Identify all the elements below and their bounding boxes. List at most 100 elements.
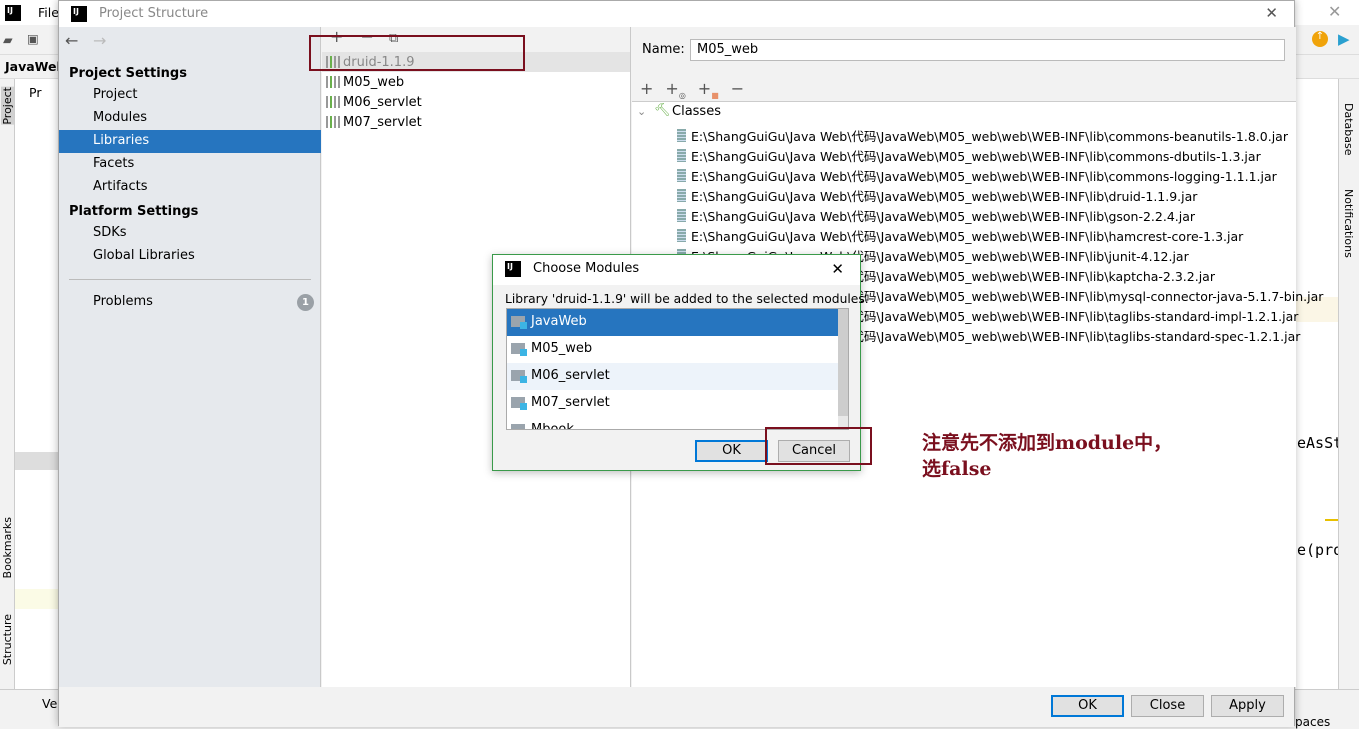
class-path-item[interactable]: E:\ShangGuiGu\Java Web\代码\JavaWeb\M05_we… <box>677 166 1277 185</box>
close-icon[interactable]: ✕ <box>831 260 844 278</box>
name-field[interactable]: M05_web <box>690 39 1285 61</box>
nav-modules[interactable]: Modules <box>59 107 321 130</box>
dialog-title-bar: IJ Project Structure ✕ <box>59 1 1294 27</box>
class-path-item[interactable]: E:\ShangGuiGu\Java Web\代码\JavaWeb\M05_we… <box>677 126 1288 145</box>
tool-structure[interactable]: Structure <box>1 614 14 665</box>
jar-icon <box>677 169 686 182</box>
module-item[interactable]: M05_web <box>507 336 838 363</box>
nav-global-libraries[interactable]: Global Libraries <box>59 245 321 268</box>
dialog-title: Project Structure <box>99 6 209 21</box>
divider <box>69 279 311 280</box>
expand-chevron-icon[interactable]: ⌄ <box>637 105 646 118</box>
module-folder-icon <box>511 316 527 329</box>
apply-button[interactable]: Apply <box>1211 695 1284 717</box>
annotation-line: 选false <box>922 458 992 480</box>
module-item[interactable]: JavaWeb <box>507 309 838 336</box>
class-path-item[interactable]: E:\ShangGuiGu\Java Web\代码\JavaWeb\M05_we… <box>677 226 1243 245</box>
tool-notifications[interactable]: Notifications <box>1342 189 1355 258</box>
nav-sdks[interactable]: SDKs <box>59 222 321 245</box>
module-folder-icon <box>511 397 527 410</box>
forward-icon: → <box>93 31 107 50</box>
jar-icon <box>677 189 686 202</box>
right-tool-stripe: Database Notifications <box>1338 79 1359 689</box>
ide-close-icon[interactable]: ✕ <box>1328 2 1341 21</box>
tool-database[interactable]: Database <box>1342 103 1355 156</box>
classes-node[interactable]: Classes <box>672 104 721 119</box>
close-icon[interactable]: ✕ <box>1265 4 1278 22</box>
nav-artifacts[interactable]: Artifacts <box>59 176 321 199</box>
add-url-icon[interactable]: +◎ <box>665 79 685 100</box>
module-label: M07_servlet <box>531 395 610 410</box>
tool-project[interactable]: Project <box>1 87 14 125</box>
library-item[interactable]: M07_servlet <box>322 112 630 132</box>
intellij-logo: IJ <box>71 6 87 22</box>
jar-icon <box>677 149 686 162</box>
hammer-icon: 🔨︎ <box>654 103 671 118</box>
module-label: M05_web <box>531 341 593 356</box>
nav-facets[interactable]: Facets <box>59 153 321 176</box>
proj-tab[interactable]: Pr <box>29 85 41 100</box>
left-tool-stripe: Project Bookmarks Structure <box>0 79 15 689</box>
class-path-label: E:\ShangGuiGu\Java Web\代码\JavaWeb\M05_we… <box>691 169 1277 184</box>
class-path-item[interactable]: E:\ShangGuiGu\Java Web\代码\JavaWeb\M05_we… <box>677 186 1197 205</box>
nav-project[interactable]: Project <box>59 84 321 107</box>
module-label: JavaWeb <box>531 314 587 329</box>
class-path-label: E:\ShangGuiGu\Java Web\代码\JavaWeb\M05_we… <box>691 149 1261 164</box>
module-folder-icon <box>511 343 527 356</box>
tree-highlight-row <box>15 589 58 609</box>
code-editor[interactable]: eAsSt e(pro <box>1295 79 1342 689</box>
code-fragment: eAsSt <box>1297 434 1343 452</box>
library-label: M05_web <box>343 74 405 90</box>
problems-count-badge: 1 <box>297 294 314 311</box>
project-tree: Pr <box>15 79 58 689</box>
jar-icon <box>677 209 686 222</box>
annotation-note: 注意先不添加到module中， 选false <box>922 430 1172 482</box>
tool-bookmarks[interactable]: Bookmarks <box>1 517 14 578</box>
back-icon[interactable]: ← <box>65 31 78 50</box>
scrollbar[interactable] <box>838 309 848 429</box>
class-path-label: E:\ShangGuiGu\Java Web\代码\JavaWeb\M05_we… <box>691 209 1196 224</box>
code-fragment: e(pro <box>1297 541 1343 559</box>
classes-toolbar: + +◎ +■ − <box>640 79 744 100</box>
add-folder-icon[interactable]: +■ <box>698 79 719 100</box>
menu-file[interactable]: File <box>38 5 59 20</box>
open-folder-icon[interactable]: ▰ <box>3 32 13 47</box>
settings-nav: ← → Project Settings Project Modules Lib… <box>59 27 321 716</box>
status-indent[interactable]: paces <box>1295 715 1330 729</box>
class-path-label: E:\ShangGuiGu\Java Web\代码\JavaWeb\M05_we… <box>691 229 1244 244</box>
run-icon[interactable]: ▶ <box>1338 30 1350 48</box>
annotation-box-library <box>309 35 525 71</box>
code-underline <box>1325 519 1338 521</box>
choose-modules-title-bar: IJ Choose Modules ✕ <box>493 255 860 285</box>
close-button[interactable]: Close <box>1131 695 1204 717</box>
ok-button[interactable]: OK <box>695 440 768 462</box>
library-icon <box>326 96 340 108</box>
add-icon[interactable]: + <box>640 79 653 100</box>
module-item[interactable]: M07_servlet <box>507 390 838 417</box>
module-label: Mbook <box>531 422 574 430</box>
library-icon <box>326 116 340 128</box>
module-item[interactable]: M06_servlet <box>507 363 838 390</box>
library-item[interactable]: M05_web <box>322 72 630 92</box>
nav-problems[interactable]: Problems <box>59 291 321 314</box>
intellij-logo: IJ <box>5 5 21 21</box>
class-path-item[interactable]: E:\ShangGuiGu\Java Web\代码\JavaWeb\M05_we… <box>677 206 1195 225</box>
annotation-line: 注意先不添加到module中， <box>922 432 1173 454</box>
dialog-button-bar: OK Close Apply <box>59 687 1294 727</box>
choose-modules-message: Library 'druid-1.1.9' will be added to t… <box>505 292 869 306</box>
save-icon[interactable]: ▣ <box>27 31 39 46</box>
remove-icon[interactable]: − <box>731 79 744 100</box>
ok-button[interactable]: OK <box>1051 695 1124 717</box>
platform-settings-heading: Platform Settings <box>69 204 199 219</box>
module-label: M06_servlet <box>531 368 610 383</box>
intellij-logo: IJ <box>505 261 521 277</box>
nav-libraries[interactable]: Libraries <box>59 130 321 153</box>
jar-icon <box>677 229 686 242</box>
choose-modules-title: Choose Modules <box>533 261 640 276</box>
class-path-label: E:\ShangGuiGu\Java Web\代码\JavaWeb\M05_we… <box>691 189 1198 204</box>
library-item[interactable]: M06_servlet <box>322 92 630 112</box>
class-path-item[interactable]: E:\ShangGuiGu\Java Web\代码\JavaWeb\M05_we… <box>677 146 1261 165</box>
update-icon[interactable]: ↑ <box>1312 31 1328 47</box>
tree-selection <box>15 452 58 470</box>
library-label: M07_servlet <box>343 114 422 130</box>
